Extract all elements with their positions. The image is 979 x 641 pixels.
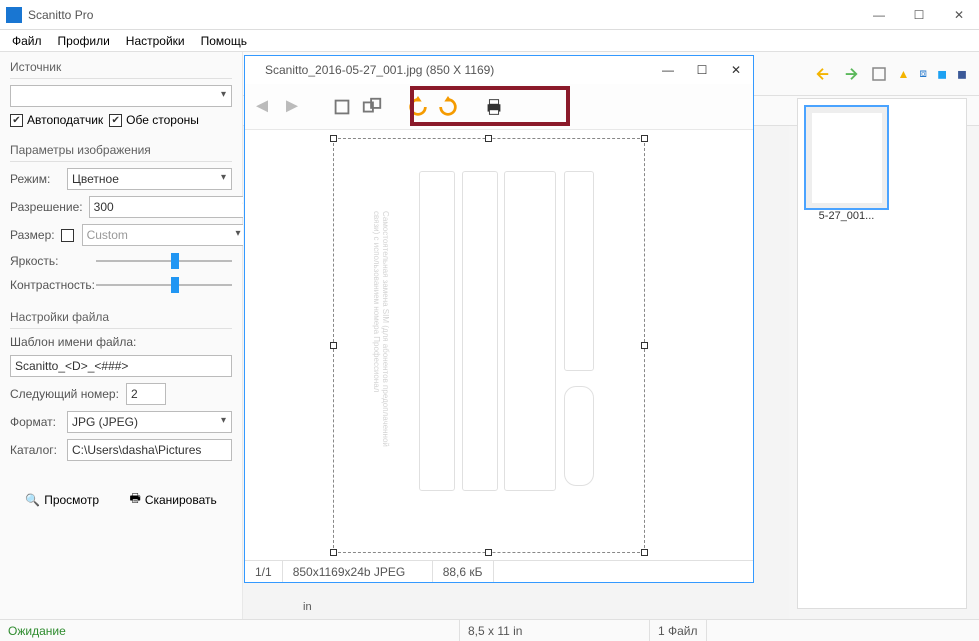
file-settings-title: Настройки файла	[10, 310, 232, 329]
statusbar: Ожидание 8,5 x 11 in 1 Файл	[0, 619, 979, 641]
menu-profiles[interactable]: Профили	[52, 32, 116, 50]
preview-statusbar: 1/1 850x1169x24b JPEG 88,6 кБ	[245, 560, 753, 582]
source-group: Источник ✔Автоподатчик ✔Обе стороны	[10, 60, 232, 133]
scan-label: Сканировать	[145, 493, 217, 507]
ruler-unit: in	[303, 601, 312, 613]
next-page-icon[interactable]: ►	[281, 96, 303, 118]
res-label: Разрешение:	[10, 200, 83, 214]
folder-label: Каталог:	[10, 443, 61, 457]
menu-help[interactable]: Помощь	[195, 32, 253, 50]
contrast-label: Контрастность:	[10, 278, 90, 292]
menu-file[interactable]: Файл	[6, 32, 48, 50]
fit-icon[interactable]	[870, 65, 888, 83]
prev-page-icon[interactable]: ◄	[251, 96, 273, 118]
dropbox-icon[interactable]: ⧈	[919, 66, 927, 81]
nextnum-field[interactable]	[126, 383, 166, 405]
preview-body: Самостоятельная замена SIM (для абоненто…	[245, 130, 753, 560]
preview-toolbar: ◄ ►	[245, 84, 753, 130]
gdrive-icon[interactable]: ▲	[898, 67, 910, 81]
app-icon	[6, 7, 22, 23]
mode-label: Режим:	[10, 172, 61, 186]
preview-button[interactable]: 🔍 Просмотр	[19, 485, 105, 514]
preview-window: Scanitto_2016-05-27_001.jpg (850 X 1169)…	[244, 55, 754, 583]
sidebar: Источник ✔Автоподатчик ✔Обе стороны Пара…	[0, 52, 243, 619]
magnifier-icon: 🔍	[25, 493, 40, 507]
res-select[interactable]	[89, 196, 254, 218]
size-lock-checkbox[interactable]	[61, 229, 74, 242]
contrast-slider[interactable]	[96, 284, 232, 286]
duplex-label: Обе стороны	[126, 113, 199, 127]
template-field[interactable]	[10, 355, 232, 377]
file-settings-group: Настройки файла Шаблон имени файла: След…	[10, 310, 232, 467]
status-state: Ожидание	[0, 620, 460, 641]
mode-select[interactable]	[67, 168, 232, 190]
resize-icon[interactable]	[361, 96, 383, 118]
minimize-button[interactable]: —	[859, 1, 899, 29]
brightness-slider[interactable]	[96, 260, 232, 262]
preview-app-icon	[251, 63, 265, 77]
preview-dims: 850x1169x24b JPEG	[283, 561, 433, 582]
preview-minimize-button[interactable]: —	[651, 57, 685, 83]
scanner-icon: 🖶	[129, 489, 140, 510]
nextnum-label: Следующий номер:	[10, 387, 120, 401]
thumbnail-item[interactable]: 5-27_001...	[804, 105, 889, 222]
preview-titlebar: Scanitto_2016-05-27_001.jpg (850 X 1169)…	[245, 56, 753, 84]
source-title: Источник	[10, 60, 232, 79]
duplex-checkbox[interactable]: ✔Обе стороны	[109, 113, 199, 127]
status-filecount: 1 Файл	[650, 620, 707, 641]
thumbnail-strip: 5-27_001...	[797, 98, 967, 609]
autofeeder-checkbox[interactable]: ✔Автоподатчик	[10, 113, 103, 127]
preview-label: Просмотр	[44, 493, 99, 507]
window-title: Scanitto Pro	[28, 8, 859, 22]
folder-field[interactable]	[67, 439, 232, 461]
template-label: Шаблон имени файла:	[10, 335, 136, 349]
document-image: Самостоятельная замена SIM (для абоненто…	[364, 161, 604, 521]
size-label: Размер:	[10, 228, 55, 242]
preview-close-button[interactable]: ✕	[719, 57, 753, 83]
highlight-box	[410, 86, 570, 126]
size-select[interactable]	[82, 224, 247, 246]
status-papersize: 8,5 x 11 in	[460, 620, 650, 641]
thumbnail-caption: 5-27_001...	[804, 210, 889, 222]
menubar: Файл Профили Настройки Помощь	[0, 30, 979, 52]
document-crop-area[interactable]: Самостоятельная замена SIM (для абоненто…	[333, 138, 645, 553]
main-titlebar: Scanitto Pro — ☐ ✕	[0, 0, 979, 30]
thumbnail-image	[804, 105, 889, 210]
undo-icon[interactable]	[814, 65, 832, 83]
scan-button[interactable]: 🖶 Сканировать	[123, 485, 222, 514]
facebook-icon[interactable]: ◼	[957, 67, 967, 81]
twitter-icon[interactable]: ◼	[937, 67, 947, 81]
redo-icon[interactable]	[842, 65, 860, 83]
preview-page: 1/1	[245, 561, 283, 582]
crop-icon[interactable]	[331, 96, 353, 118]
maximize-button[interactable]: ☐	[899, 1, 939, 29]
format-label: Формат:	[10, 415, 61, 429]
preview-title-text: Scanitto_2016-05-27_001.jpg (850 X 1169)	[265, 63, 651, 77]
format-select[interactable]	[67, 411, 232, 433]
source-select[interactable]	[10, 85, 232, 107]
preview-filesize: 88,6 кБ	[433, 561, 494, 582]
menu-settings[interactable]: Настройки	[120, 32, 191, 50]
image-params-title: Параметры изображения	[10, 143, 232, 162]
autofeeder-label: Автоподатчик	[27, 113, 103, 127]
brightness-label: Яркость:	[10, 254, 90, 268]
preview-maximize-button[interactable]: ☐	[685, 57, 719, 83]
close-button[interactable]: ✕	[939, 1, 979, 29]
image-params-group: Параметры изображения Режим: Разрешение:…	[10, 143, 232, 300]
